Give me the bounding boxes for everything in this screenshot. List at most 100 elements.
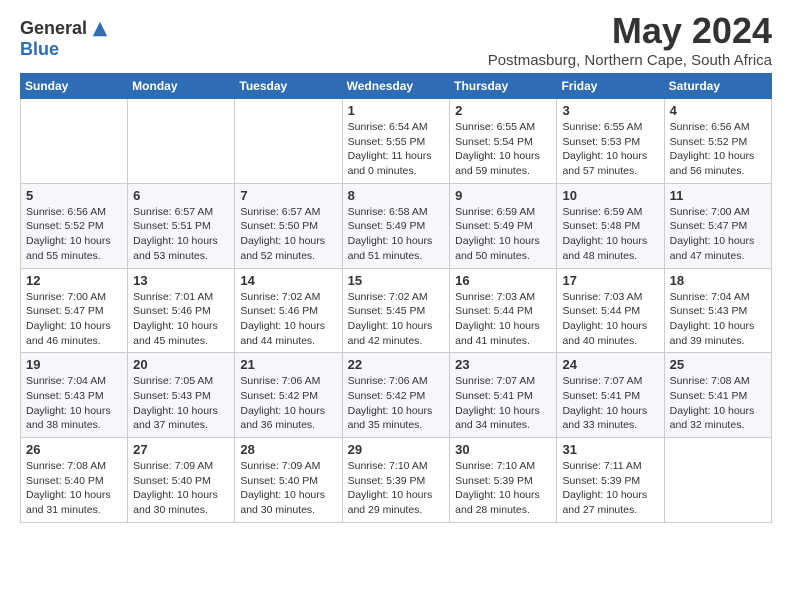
day-info: Sunrise: 6:57 AM Sunset: 5:51 PM Dayligh… — [133, 205, 229, 264]
calendar-cell: 23Sunrise: 7:07 AM Sunset: 5:41 PM Dayli… — [450, 353, 557, 438]
calendar-cell: 10 Sunrise: 6:59 AM Sunset: 5:48 PM Dayli… — [557, 183, 664, 268]
calendar-week-row: 5 Sunrise: 6:56 AM Sunset: 5:52 PM Daylig… — [21, 183, 772, 268]
day-info: Sunrise: 7:00 AM Sunset: 5:47 PM Dayligh… — [670, 205, 766, 264]
day-info: Sunrise: 7:10 AM Sunset: 5:39 PM Dayligh… — [348, 459, 445, 518]
day-info: Sunrise: 7:06 AM Sunset: 5:42 PM Dayligh… — [240, 374, 336, 433]
calendar-week-row: 12 Sunrise: 7:00 AM Sunset: 5:47 PM Dayli… — [21, 268, 772, 353]
calendar-cell: 29Sunrise: 7:10 AM Sunset: 5:39 PM Dayli… — [342, 438, 450, 523]
calendar-cell: 16 Sunrise: 7:03 AM Sunset: 5:44 PM Dayli… — [450, 268, 557, 353]
day-info: Sunrise: 7:02 AM Sunset: 5:46 PM Dayligh… — [240, 290, 336, 349]
day-number: 26 — [26, 442, 122, 457]
day-info: Sunrise: 6:56 AM Sunset: 5:52 PM Dayligh… — [670, 120, 766, 179]
calendar-cell: 25 Sunrise: 7:08 AM Sunset: 5:41 PM Dayli… — [664, 353, 771, 438]
calendar-cell: 4 Sunrise: 6:56 AM Sunset: 5:52 PM Daylig… — [664, 99, 771, 184]
calendar-cell: 27 Sunrise: 7:09 AM Sunset: 5:40 PM Dayli… — [128, 438, 235, 523]
location-subtitle: Postmasburg, Northern Cape, South Africa — [488, 52, 772, 69]
day-number: 19 — [26, 357, 122, 372]
month-year-title: May 2024 — [488, 10, 772, 52]
calendar-cell: 2 Sunrise: 6:55 AM Sunset: 5:54 PM Daylig… — [450, 99, 557, 184]
calendar-cell: 15 Sunrise: 7:02 AM Sunset: 5:45 PM Dayli… — [342, 268, 450, 353]
day-info: Sunrise: 7:05 AM Sunset: 5:43 PM Dayligh… — [133, 374, 229, 433]
calendar-cell: 1 Sunrise: 6:54 AM Sunset: 5:55 PM Daylig… — [342, 99, 450, 184]
calendar-cell: 21 Sunrise: 7:06 AM Sunset: 5:42 PM Dayli… — [235, 353, 342, 438]
calendar-cell: 26 Sunrise: 7:08 AM Sunset: 5:40 PM Dayli… — [21, 438, 128, 523]
day-info: Sunrise: 6:57 AM Sunset: 5:50 PM Dayligh… — [240, 205, 336, 264]
calendar-week-row: 19 Sunrise: 7:04 AM Sunset: 5:43 PM Dayli… — [21, 353, 772, 438]
day-info: Sunrise: 6:55 AM Sunset: 5:54 PM Dayligh… — [455, 120, 551, 179]
calendar-cell: 18 Sunrise: 7:04 AM Sunset: 5:43 PM Dayli… — [664, 268, 771, 353]
day-number: 12 — [26, 273, 122, 288]
day-info: Sunrise: 6:54 AM Sunset: 5:55 PM Dayligh… — [348, 120, 445, 179]
calendar-cell: 9Sunrise: 6:59 AM Sunset: 5:49 PM Daylig… — [450, 183, 557, 268]
day-info: Sunrise: 7:08 AM Sunset: 5:41 PM Dayligh… — [670, 374, 766, 433]
day-info: Sunrise: 7:06 AM Sunset: 5:42 PM Dayligh… — [348, 374, 445, 433]
logo-icon — [91, 20, 109, 38]
day-number: 7 — [240, 188, 336, 203]
column-header-thursday: Thursday — [450, 74, 557, 99]
day-number: 17 — [562, 273, 658, 288]
day-info: Sunrise: 6:56 AM Sunset: 5:52 PM Dayligh… — [26, 205, 122, 264]
day-number: 14 — [240, 273, 336, 288]
day-info: Sunrise: 7:08 AM Sunset: 5:40 PM Dayligh… — [26, 459, 122, 518]
calendar-cell: 12 Sunrise: 7:00 AM Sunset: 5:47 PM Dayli… — [21, 268, 128, 353]
logo-general-text: General — [20, 18, 87, 39]
day-number: 27 — [133, 442, 229, 457]
day-info: Sunrise: 7:07 AM Sunset: 5:41 PM Dayligh… — [562, 374, 658, 433]
day-info: Sunrise: 7:11 AM Sunset: 5:39 PM Dayligh… — [562, 459, 658, 518]
calendar-cell: 20Sunrise: 7:05 AM Sunset: 5:43 PM Dayli… — [128, 353, 235, 438]
calendar-cell: 3Sunrise: 6:55 AM Sunset: 5:53 PM Daylig… — [557, 99, 664, 184]
day-number: 13 — [133, 273, 229, 288]
day-info: Sunrise: 7:01 AM Sunset: 5:46 PM Dayligh… — [133, 290, 229, 349]
calendar-cell: 14 Sunrise: 7:02 AM Sunset: 5:46 PM Dayli… — [235, 268, 342, 353]
day-info: Sunrise: 7:10 AM Sunset: 5:39 PM Dayligh… — [455, 459, 551, 518]
day-number: 25 — [670, 357, 766, 372]
day-number: 10 — [562, 188, 658, 203]
logo-blue-text: Blue — [20, 39, 59, 60]
day-number: 24 — [562, 357, 658, 372]
calendar-week-row: 1 Sunrise: 6:54 AM Sunset: 5:55 PM Daylig… — [21, 99, 772, 184]
calendar-cell: 24 Sunrise: 7:07 AM Sunset: 5:41 PM Dayli… — [557, 353, 664, 438]
calendar-cell: 6 Sunrise: 6:57 AM Sunset: 5:51 PM Daylig… — [128, 183, 235, 268]
day-number: 18 — [670, 273, 766, 288]
calendar-cell: 8Sunrise: 6:58 AM Sunset: 5:49 PM Daylig… — [342, 183, 450, 268]
day-number: 1 — [348, 103, 445, 118]
day-info: Sunrise: 7:03 AM Sunset: 5:44 PM Dayligh… — [455, 290, 551, 349]
day-info: Sunrise: 7:02 AM Sunset: 5:45 PM Dayligh… — [348, 290, 445, 349]
column-header-friday: Friday — [557, 74, 664, 99]
title-block: May 2024 Postmasburg, Northern Cape, Sou… — [488, 10, 772, 69]
calendar-cell: 5 Sunrise: 6:56 AM Sunset: 5:52 PM Daylig… — [21, 183, 128, 268]
calendar-cell: 19 Sunrise: 7:04 AM Sunset: 5:43 PM Dayli… — [21, 353, 128, 438]
column-header-monday: Monday — [128, 74, 235, 99]
calendar-cell: 28 Sunrise: 7:09 AM Sunset: 5:40 PM Dayli… — [235, 438, 342, 523]
calendar-cell: 30Sunrise: 7:10 AM Sunset: 5:39 PM Dayli… — [450, 438, 557, 523]
day-info: Sunrise: 6:59 AM Sunset: 5:48 PM Dayligh… — [562, 205, 658, 264]
column-header-tuesday: Tuesday — [235, 74, 342, 99]
day-info: Sunrise: 7:07 AM Sunset: 5:41 PM Dayligh… — [455, 374, 551, 433]
calendar-cell — [128, 99, 235, 184]
calendar-week-row: 26 Sunrise: 7:08 AM Sunset: 5:40 PM Dayli… — [21, 438, 772, 523]
day-number: 6 — [133, 188, 229, 203]
calendar-cell — [235, 99, 342, 184]
day-number: 8 — [348, 188, 445, 203]
day-number: 28 — [240, 442, 336, 457]
calendar-cell: 11 Sunrise: 7:00 AM Sunset: 5:47 PM Dayli… — [664, 183, 771, 268]
column-header-sunday: Sunday — [21, 74, 128, 99]
day-info: Sunrise: 6:59 AM Sunset: 5:49 PM Dayligh… — [455, 205, 551, 264]
day-number: 4 — [670, 103, 766, 118]
day-number: 31 — [562, 442, 658, 457]
day-info: Sunrise: 7:04 AM Sunset: 5:43 PM Dayligh… — [26, 374, 122, 433]
day-number: 5 — [26, 188, 122, 203]
day-info: Sunrise: 7:09 AM Sunset: 5:40 PM Dayligh… — [133, 459, 229, 518]
day-number: 16 — [455, 273, 551, 288]
day-number: 21 — [240, 357, 336, 372]
day-info: Sunrise: 7:00 AM Sunset: 5:47 PM Dayligh… — [26, 290, 122, 349]
day-info: Sunrise: 7:04 AM Sunset: 5:43 PM Dayligh… — [670, 290, 766, 349]
column-header-saturday: Saturday — [664, 74, 771, 99]
day-number: 2 — [455, 103, 551, 118]
calendar-cell: 31 Sunrise: 7:11 AM Sunset: 5:39 PM Dayli… — [557, 438, 664, 523]
day-info: Sunrise: 7:09 AM Sunset: 5:40 PM Dayligh… — [240, 459, 336, 518]
calendar-cell: 7 Sunrise: 6:57 AM Sunset: 5:50 PM Daylig… — [235, 183, 342, 268]
day-number: 11 — [670, 188, 766, 203]
calendar-cell — [664, 438, 771, 523]
day-number: 15 — [348, 273, 445, 288]
